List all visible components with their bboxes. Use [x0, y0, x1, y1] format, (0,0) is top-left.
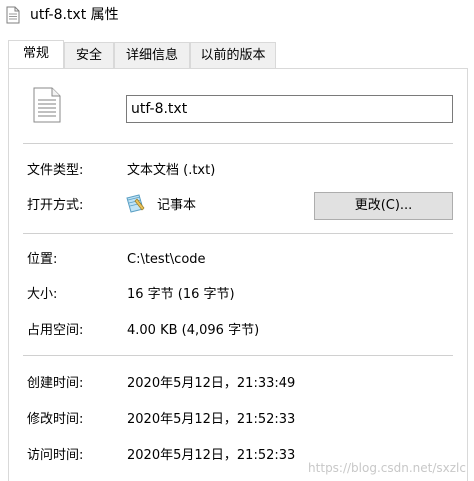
location-label: 位置: [27, 252, 58, 267]
divider [23, 143, 453, 144]
text-file-icon [6, 6, 20, 24]
notepad-icon [126, 194, 145, 213]
watermark-text: https://blog.csdn.net/sxzlc [308, 461, 466, 475]
change-button[interactable]: 更改(C)... [314, 192, 453, 220]
accessed-label: 访问时间: [27, 448, 84, 463]
disk-size-value: 4.00 KB (4,096 字节) [127, 323, 260, 338]
created-label: 创建时间: [27, 376, 84, 391]
properties-window: utf-8.txt 属性 常规 安全 详细信息 以前的版本 utf-8.txt … [0, 0, 474, 481]
size-value: 16 字节 (16 字节) [127, 287, 235, 302]
tab-previous-versions[interactable]: 以前的版本 [190, 42, 276, 68]
title-bar: utf-8.txt 属性 [0, 0, 474, 34]
size-label: 大小: [27, 287, 58, 302]
open-with-label: 打开方式: [27, 198, 84, 213]
general-panel: utf-8.txt 文件类型: 文本文档 (.txt) 打开方式: 记事本 更改… [8, 68, 468, 481]
filename-field[interactable]: utf-8.txt [126, 95, 453, 123]
tab-general[interactable]: 常规 [8, 40, 64, 68]
created-value: 2020年5月12日，21:33:49 [127, 376, 296, 391]
location-value: C:\test\code [127, 252, 206, 267]
disk-size-label: 占用空间: [27, 323, 84, 338]
divider [23, 233, 453, 234]
window-title: utf-8.txt 属性 [30, 7, 119, 23]
open-with-value: 记事本 [157, 198, 197, 213]
modified-label: 修改时间: [27, 412, 84, 427]
divider [23, 355, 453, 356]
file-type-value: 文本文档 (.txt) [127, 163, 216, 178]
tab-bar: 常规 安全 详细信息 以前的版本 [8, 40, 468, 68]
modified-value: 2020年5月12日，21:52:33 [127, 412, 296, 427]
accessed-value: 2020年5月12日，21:52:33 [127, 448, 296, 463]
file-type-label: 文件类型: [27, 163, 84, 178]
tab-details[interactable]: 详细信息 [114, 42, 190, 68]
text-file-icon [33, 87, 61, 123]
tab-security[interactable]: 安全 [64, 42, 114, 68]
